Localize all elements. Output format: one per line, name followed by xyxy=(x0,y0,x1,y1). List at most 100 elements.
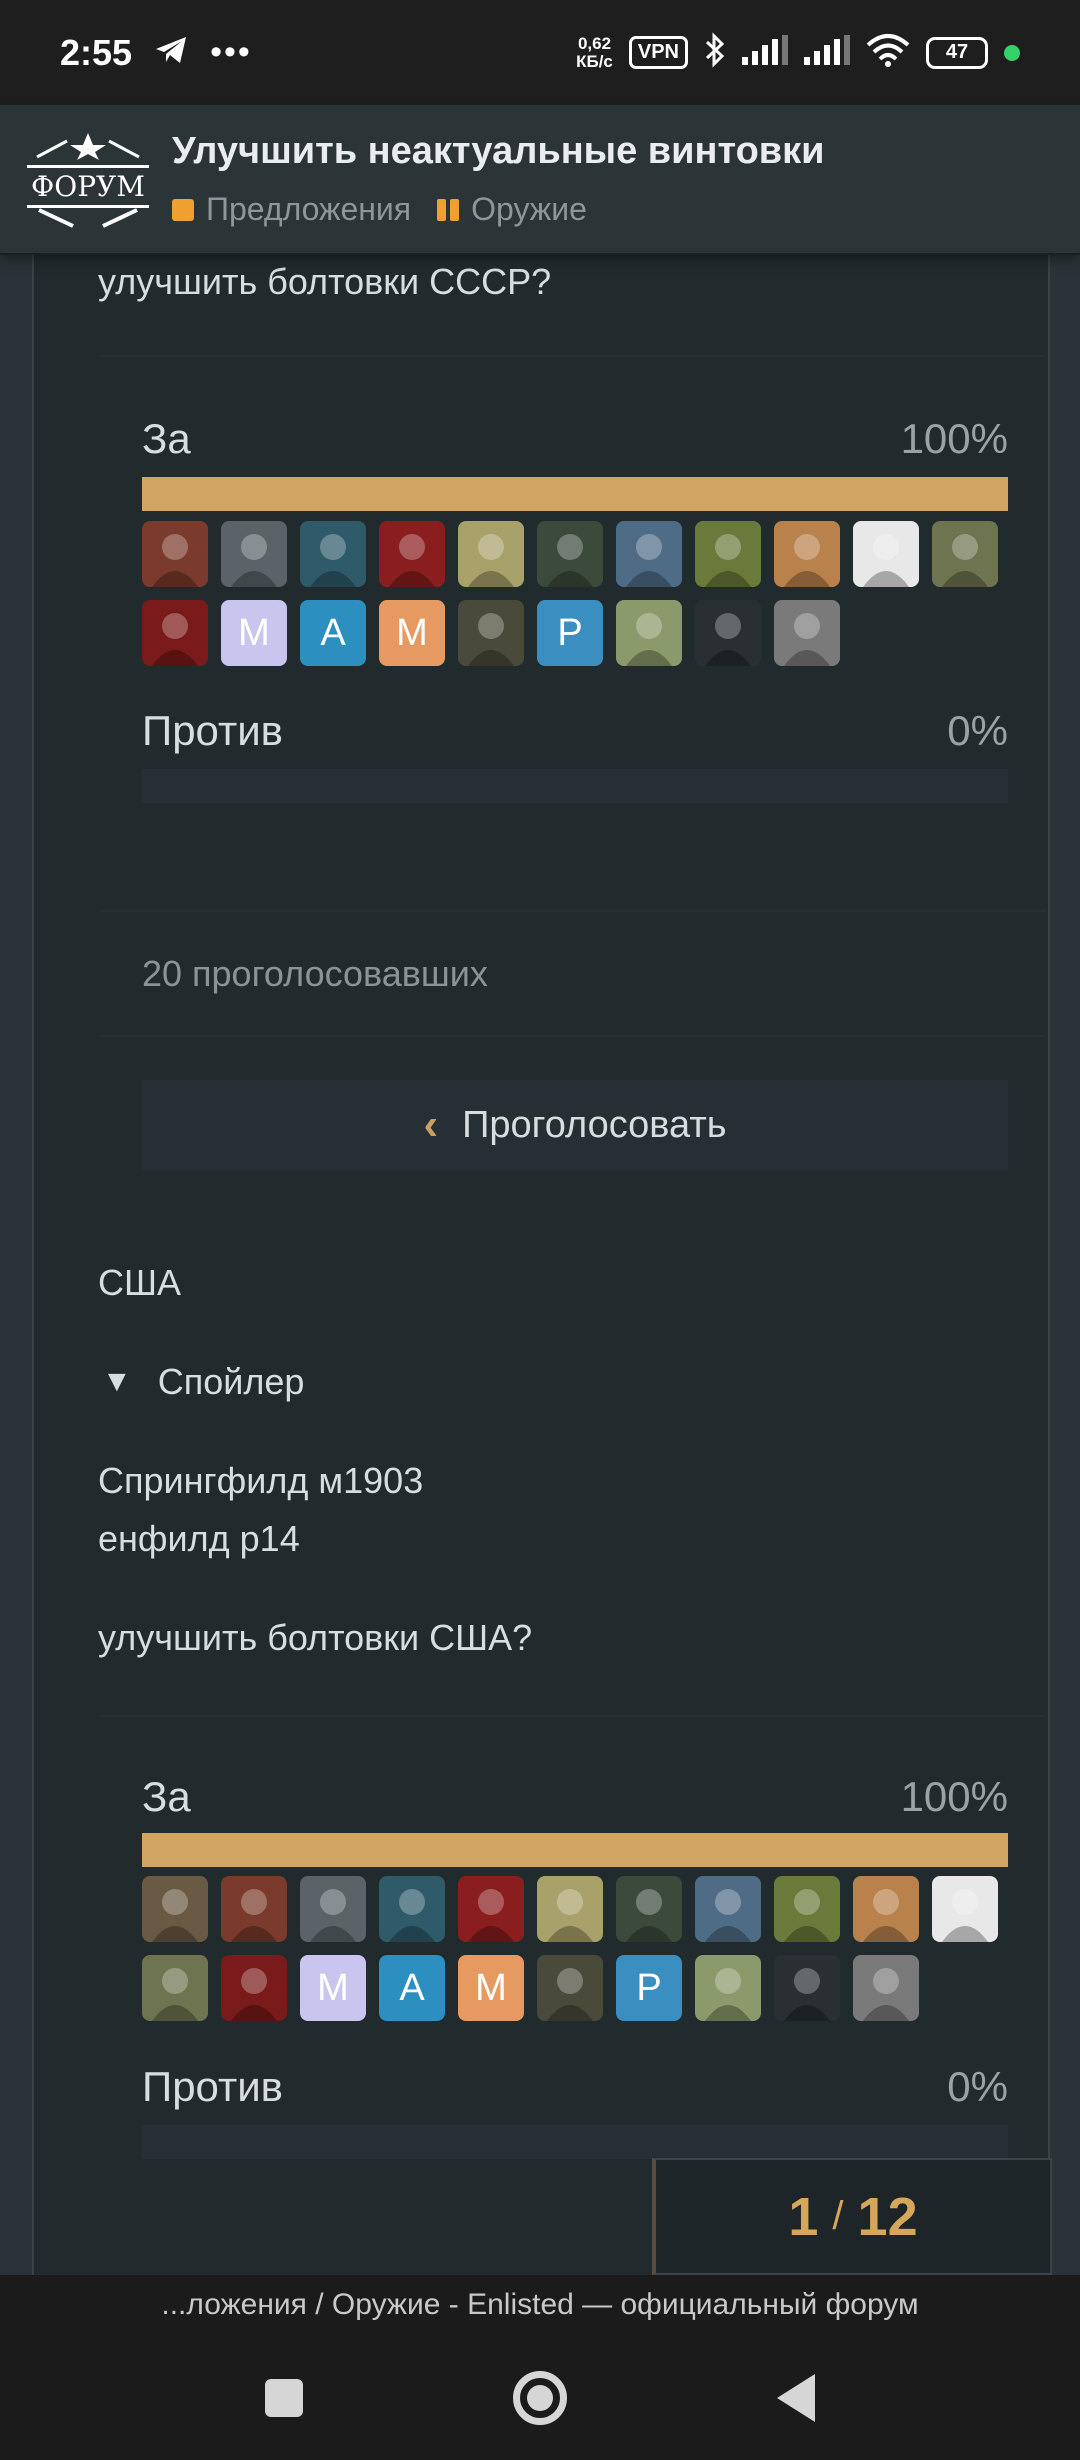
avatar-camo-soldier-icon[interactable] xyxy=(537,521,603,587)
avatar-gasmask-icon[interactable] xyxy=(537,1955,603,2021)
avatar-camo-soldier-icon[interactable] xyxy=(616,1876,682,1942)
progress-separator: / xyxy=(832,2194,844,2238)
avatar-cat-icon[interactable] xyxy=(853,1955,919,2021)
home-button[interactable] xyxy=(513,2370,567,2425)
avatar-anime-girl-icon[interactable] xyxy=(695,1955,761,2021)
back-button[interactable] xyxy=(777,2373,815,2422)
bar-fill xyxy=(142,1833,1008,1867)
avatar-sketch-icon[interactable] xyxy=(853,521,919,587)
forum-logo[interactable]: ФОРУМ xyxy=(26,127,150,231)
topic-progress-indicator[interactable]: 1 / 12 xyxy=(652,2158,1052,2275)
telegram-icon xyxy=(154,35,188,70)
logo-text: ФОРУМ xyxy=(27,164,149,208)
poll-ussr-voters-avatars: MAM P xyxy=(142,521,1022,666)
poll-usa-bar-for xyxy=(142,1833,1008,1867)
poll-usa-top-border xyxy=(100,1715,1046,1717)
option-percent: 100% xyxy=(900,415,1008,462)
avatar-sketch-icon[interactable] xyxy=(932,1876,998,1942)
forum-header: ФОРУМ Улучшить неактуальные винтовки Пре… xyxy=(0,105,1080,255)
avatar-bearded-man-icon[interactable] xyxy=(774,521,840,587)
avatar-soldier-red-icon[interactable] xyxy=(142,521,208,587)
mic-indicator-dot xyxy=(1004,44,1020,61)
more-dots-icon: ••• xyxy=(210,33,252,71)
avatar-rifleman-icon[interactable] xyxy=(932,521,998,587)
category-link-weapons[interactable]: Оружие xyxy=(437,191,587,228)
topic-title[interactable]: Улучшить неактуальные винтовки xyxy=(172,130,825,173)
avatar-letter[interactable]: M xyxy=(300,1955,366,2021)
avatar-dark-soldier-icon[interactable] xyxy=(458,1876,524,1942)
avatar-polar-bear-icon[interactable] xyxy=(221,521,287,587)
avatar-figurine-icon[interactable] xyxy=(537,1876,603,1942)
clock: 2:55 xyxy=(60,31,133,73)
avatar-frog-icon[interactable] xyxy=(774,1876,840,1942)
avatar-officer-icon[interactable] xyxy=(695,600,761,666)
post-body: улучшить болтовки СССР? За 100% MAMP Про… xyxy=(32,255,1050,2275)
category-link-suggestions[interactable]: Предложения xyxy=(172,191,411,228)
chevron-left-icon: ‹ xyxy=(423,1100,439,1149)
avatar-anime-girl-icon[interactable] xyxy=(616,600,682,666)
avatar-letter[interactable]: M xyxy=(379,600,445,666)
browser-title-bar[interactable]: ...ложения / Оружие - Enlisted — официал… xyxy=(0,2275,1080,2335)
poll-usa-option-against: Против 0% xyxy=(142,2063,1008,2111)
avatar-letter[interactable]: P xyxy=(616,1955,682,2021)
option-label: Против xyxy=(142,707,283,754)
voters-count: 20 проголосовавших xyxy=(142,953,488,994)
signal-icon-2 xyxy=(804,35,850,70)
avatar-pilot-icon[interactable] xyxy=(379,1876,445,1942)
avatar-gasmask-icon[interactable] xyxy=(458,600,524,666)
option-percent: 0% xyxy=(947,2063,1008,2110)
avatar-cat-icon[interactable] xyxy=(774,600,840,666)
avatar-demon-mask-icon[interactable] xyxy=(221,1955,287,2021)
avatar-polar-bear-icon[interactable] xyxy=(300,1876,366,1942)
vote-button[interactable]: ‹ Проголосовать xyxy=(142,1080,1008,1170)
poll-usa-voters-avatars: MAM P xyxy=(142,1876,1022,2021)
option-label: За xyxy=(142,1773,191,1820)
option-percent: 0% xyxy=(947,707,1008,754)
avatar-bearded-man-icon[interactable] xyxy=(853,1876,919,1942)
option-label: Против xyxy=(142,2063,283,2110)
star-emblem-icon xyxy=(36,132,140,160)
page-title-text: ...ложения / Оружие - Enlisted — официал… xyxy=(161,2288,919,2321)
page-background-left xyxy=(0,255,32,2275)
avatar-cat-soldier-icon[interactable] xyxy=(142,1876,208,1942)
system-navigation-bar xyxy=(0,2335,1080,2460)
avatar-rifleman-icon[interactable] xyxy=(142,1955,208,2021)
category-color-icon xyxy=(172,198,194,221)
poll-usa-option-for: За 100% xyxy=(142,1773,1008,1821)
divider xyxy=(100,910,1046,912)
question-ussr: улучшить болтовки СССР? xyxy=(98,261,552,302)
avatar-warship-icon[interactable] xyxy=(695,1876,761,1942)
rifle-line-1: Спрингфилд м1903 xyxy=(98,1460,424,1501)
avatar-demon-mask-icon[interactable] xyxy=(142,600,208,666)
avatar-letter[interactable]: M xyxy=(458,1955,524,2021)
avatar-letter[interactable]: P xyxy=(537,600,603,666)
wifi-icon xyxy=(866,33,910,72)
option-percent: 100% xyxy=(900,1773,1008,1820)
avatar-soldier-red-icon[interactable] xyxy=(221,1876,287,1942)
poll-usa-bar-against xyxy=(142,2125,1008,2159)
bluetooth-icon xyxy=(704,32,726,73)
avatar-warship-icon[interactable] xyxy=(616,521,682,587)
avatar-frog-icon[interactable] xyxy=(695,521,761,587)
network-speed: 0,62 КБ/с xyxy=(576,33,613,71)
avatar-letter[interactable]: M xyxy=(221,600,287,666)
avatar-letter[interactable]: A xyxy=(300,600,366,666)
avatar-figurine-icon[interactable] xyxy=(458,521,524,587)
avatar-dark-soldier-icon[interactable] xyxy=(379,521,445,587)
avatar-letter[interactable]: A xyxy=(379,1955,445,2021)
status-bar: 2:55 ••• 0,62 КБ/с VPN 47 xyxy=(0,0,1080,105)
triangle-down-icon: ▼ xyxy=(102,1365,132,1398)
poll-ussr-option-for: За 100% xyxy=(142,415,1008,463)
section-usa: США xyxy=(98,1262,182,1303)
poll-ussr-bar-for xyxy=(142,477,1008,511)
avatar-officer-icon[interactable] xyxy=(774,1955,840,2021)
spoiler-toggle[interactable]: ▼ Спойлер xyxy=(102,1361,304,1403)
crossed-rifles-icon xyxy=(38,207,138,228)
vpn-icon: VPN xyxy=(628,36,688,69)
recents-button[interactable] xyxy=(265,2378,303,2417)
progress-total: 12 xyxy=(857,2186,918,2247)
avatar-pilot-icon[interactable] xyxy=(300,521,366,587)
poll-ussr-option-against: Против 0% xyxy=(142,707,1008,755)
poll-ussr-bar-against xyxy=(142,769,1008,803)
poll-ussr-top-border xyxy=(100,355,1046,357)
